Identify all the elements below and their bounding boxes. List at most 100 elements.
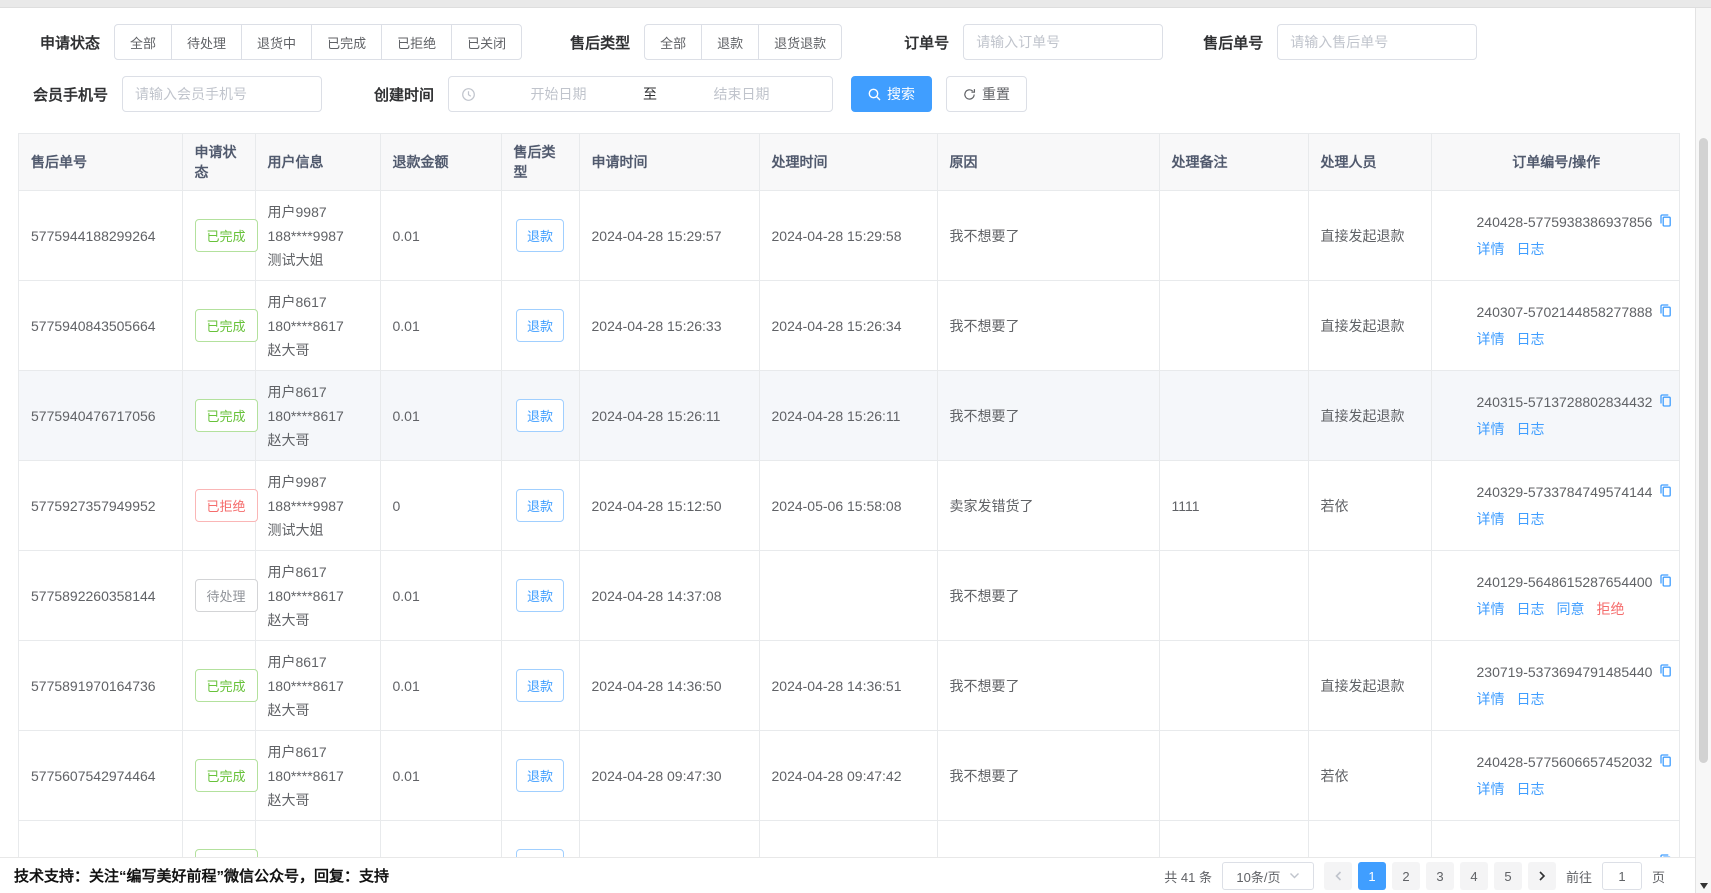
apply-status-option-all[interactable]: 全部 bbox=[114, 24, 172, 60]
action-log[interactable]: 日志 bbox=[1517, 419, 1545, 439]
reason-value: 我不想要了 bbox=[950, 228, 1020, 244]
action-detail[interactable]: 详情 bbox=[1477, 689, 1505, 709]
page-button-1[interactable]: 1 bbox=[1358, 862, 1386, 890]
apply-time-value: 2024-04-28 09:47:30 bbox=[592, 768, 722, 784]
order-no-input[interactable] bbox=[963, 24, 1163, 60]
action-detail[interactable]: 详情 bbox=[1477, 779, 1505, 799]
action-detail[interactable]: 详情 bbox=[1477, 509, 1505, 529]
aftersale-type-label: 售后类型 bbox=[570, 32, 630, 53]
aftersale-type-option-all[interactable]: 全部 bbox=[644, 24, 702, 60]
action-approve[interactable]: 同意 bbox=[1557, 599, 1585, 619]
page-button-5[interactable]: 5 bbox=[1494, 862, 1522, 890]
table-row: 5775944188299264 已完成 用户9987 188****9987 … bbox=[19, 191, 1680, 281]
user-nickname: 赵大哥 bbox=[268, 428, 368, 452]
create-time-range-picker[interactable]: 开始日期 至 结束日期 bbox=[448, 76, 833, 112]
order-no-value: 240315-5713728802834432 bbox=[1477, 394, 1653, 410]
prev-page-button[interactable] bbox=[1324, 862, 1352, 890]
copy-icon[interactable] bbox=[1658, 303, 1673, 321]
handle-time-value: 2024-04-28 15:29:58 bbox=[772, 228, 902, 244]
user-nickname: 赵大哥 bbox=[268, 698, 368, 722]
action-reject[interactable]: 拒绝 bbox=[1597, 599, 1625, 619]
action-log[interactable]: 日志 bbox=[1517, 599, 1545, 619]
create-time-label: 创建时间 bbox=[374, 84, 434, 105]
action-log[interactable]: 日志 bbox=[1517, 509, 1545, 529]
action-log[interactable]: 日志 bbox=[1517, 689, 1545, 709]
user-name: 用户8617 bbox=[268, 650, 368, 674]
handler-value: 若依 bbox=[1321, 498, 1349, 514]
search-button-label: 搜索 bbox=[887, 84, 915, 104]
apply-status-option-closed[interactable]: 已关闭 bbox=[451, 24, 522, 60]
apply-status-option-returning[interactable]: 退货中 bbox=[241, 24, 312, 60]
apply-status-option-pending[interactable]: 待处理 bbox=[171, 24, 242, 60]
handler-value: 直接发起退款 bbox=[1321, 318, 1405, 334]
page-size-select[interactable]: 10条/页 bbox=[1222, 862, 1314, 890]
copy-icon[interactable] bbox=[1658, 483, 1673, 501]
apply-status-option-completed[interactable]: 已完成 bbox=[311, 24, 382, 60]
end-date-field[interactable]: 结束日期 bbox=[663, 84, 820, 104]
col-handle-note: 处理备注 bbox=[1159, 134, 1308, 191]
aftersale-no-value: 5775944188299264 bbox=[31, 228, 156, 244]
member-phone-input[interactable] bbox=[122, 76, 322, 112]
aftersale-no-value: 5775891970164736 bbox=[31, 678, 156, 694]
scrollbar-thumb[interactable] bbox=[1699, 138, 1708, 763]
aftersale-no-input[interactable] bbox=[1277, 24, 1477, 60]
status-badge: 已拒绝 bbox=[195, 489, 258, 522]
clock-icon bbox=[461, 87, 476, 102]
page-button-3[interactable]: 3 bbox=[1426, 862, 1454, 890]
support-text: 技术支持：关注“编写美好前程”微信公众号，回复：支持 bbox=[0, 865, 389, 886]
action-detail[interactable]: 详情 bbox=[1477, 599, 1505, 619]
user-nickname: 测试大姐 bbox=[268, 248, 368, 272]
aftersale-no-value: 5775940843505664 bbox=[31, 318, 156, 334]
action-log[interactable]: 日志 bbox=[1517, 779, 1545, 799]
apply-time-value: 2024-04-28 15:29:57 bbox=[592, 228, 722, 244]
chevron-down-icon bbox=[1289, 872, 1300, 880]
user-nickname: 测试大姐 bbox=[268, 518, 368, 542]
refund-amount-value: 0.01 bbox=[393, 408, 420, 424]
aftersale-no-value: 5775927357949952 bbox=[31, 498, 156, 514]
copy-icon[interactable] bbox=[1658, 393, 1673, 411]
goto-page-input[interactable] bbox=[1602, 862, 1642, 890]
scrollbar-down-arrow-icon[interactable] bbox=[1700, 883, 1708, 889]
search-icon bbox=[868, 88, 881, 101]
refund-amount-value: 0 bbox=[393, 498, 401, 514]
copy-icon[interactable] bbox=[1658, 663, 1673, 681]
handler-value: 直接发起退款 bbox=[1321, 228, 1405, 244]
copy-icon[interactable] bbox=[1658, 213, 1673, 231]
table-row: 5775940843505664 已完成 用户8617 180****8617 … bbox=[19, 281, 1680, 371]
reason-value: 我不想要了 bbox=[950, 678, 1020, 694]
action-log[interactable]: 日志 bbox=[1517, 329, 1545, 349]
page-button-2[interactable]: 2 bbox=[1392, 862, 1420, 890]
copy-icon[interactable] bbox=[1658, 753, 1673, 771]
page-button-4[interactable]: 4 bbox=[1460, 862, 1488, 890]
start-date-field[interactable]: 开始日期 bbox=[480, 84, 637, 104]
action-detail[interactable]: 详情 bbox=[1477, 239, 1505, 259]
action-log[interactable]: 日志 bbox=[1517, 239, 1545, 259]
reset-button[interactable]: 重置 bbox=[946, 76, 1027, 112]
refresh-icon bbox=[963, 88, 976, 101]
apply-time-value: 2024-04-28 15:26:33 bbox=[592, 318, 722, 334]
aftersale-type-badge: 退款 bbox=[516, 669, 564, 702]
aftersale-type-badge: 退款 bbox=[516, 759, 564, 792]
search-button[interactable]: 搜索 bbox=[851, 76, 932, 112]
scrollbar-track[interactable] bbox=[1695, 8, 1711, 893]
apply-status-option-rejected[interactable]: 已拒绝 bbox=[381, 24, 452, 60]
row-actions: 详情日志同意拒绝 bbox=[1477, 599, 1670, 619]
user-name: 用户8617 bbox=[268, 290, 368, 314]
aftersale-type-option-refund[interactable]: 退款 bbox=[701, 24, 759, 60]
user-phone: 188****9987 bbox=[268, 494, 368, 518]
next-page-button[interactable] bbox=[1528, 862, 1556, 890]
action-detail[interactable]: 详情 bbox=[1477, 419, 1505, 439]
user-name: 用户9987 bbox=[268, 200, 368, 224]
handle-time-value: 2024-04-28 15:26:34 bbox=[772, 318, 902, 334]
user-nickname: 赵大哥 bbox=[268, 338, 368, 362]
row-actions: 详情日志 bbox=[1477, 779, 1670, 799]
status-badge: 已完成 bbox=[195, 399, 258, 432]
copy-icon[interactable] bbox=[1658, 573, 1673, 591]
apply-time-value: 2024-04-28 14:36:50 bbox=[592, 678, 722, 694]
action-detail[interactable]: 详情 bbox=[1477, 329, 1505, 349]
chevron-left-icon bbox=[1333, 870, 1343, 882]
aftersale-type-option-return-refund[interactable]: 退货退款 bbox=[758, 24, 842, 60]
user-name: 用户9987 bbox=[268, 470, 368, 494]
col-handler: 处理人员 bbox=[1308, 134, 1431, 191]
refund-amount-value: 0.01 bbox=[393, 588, 420, 604]
